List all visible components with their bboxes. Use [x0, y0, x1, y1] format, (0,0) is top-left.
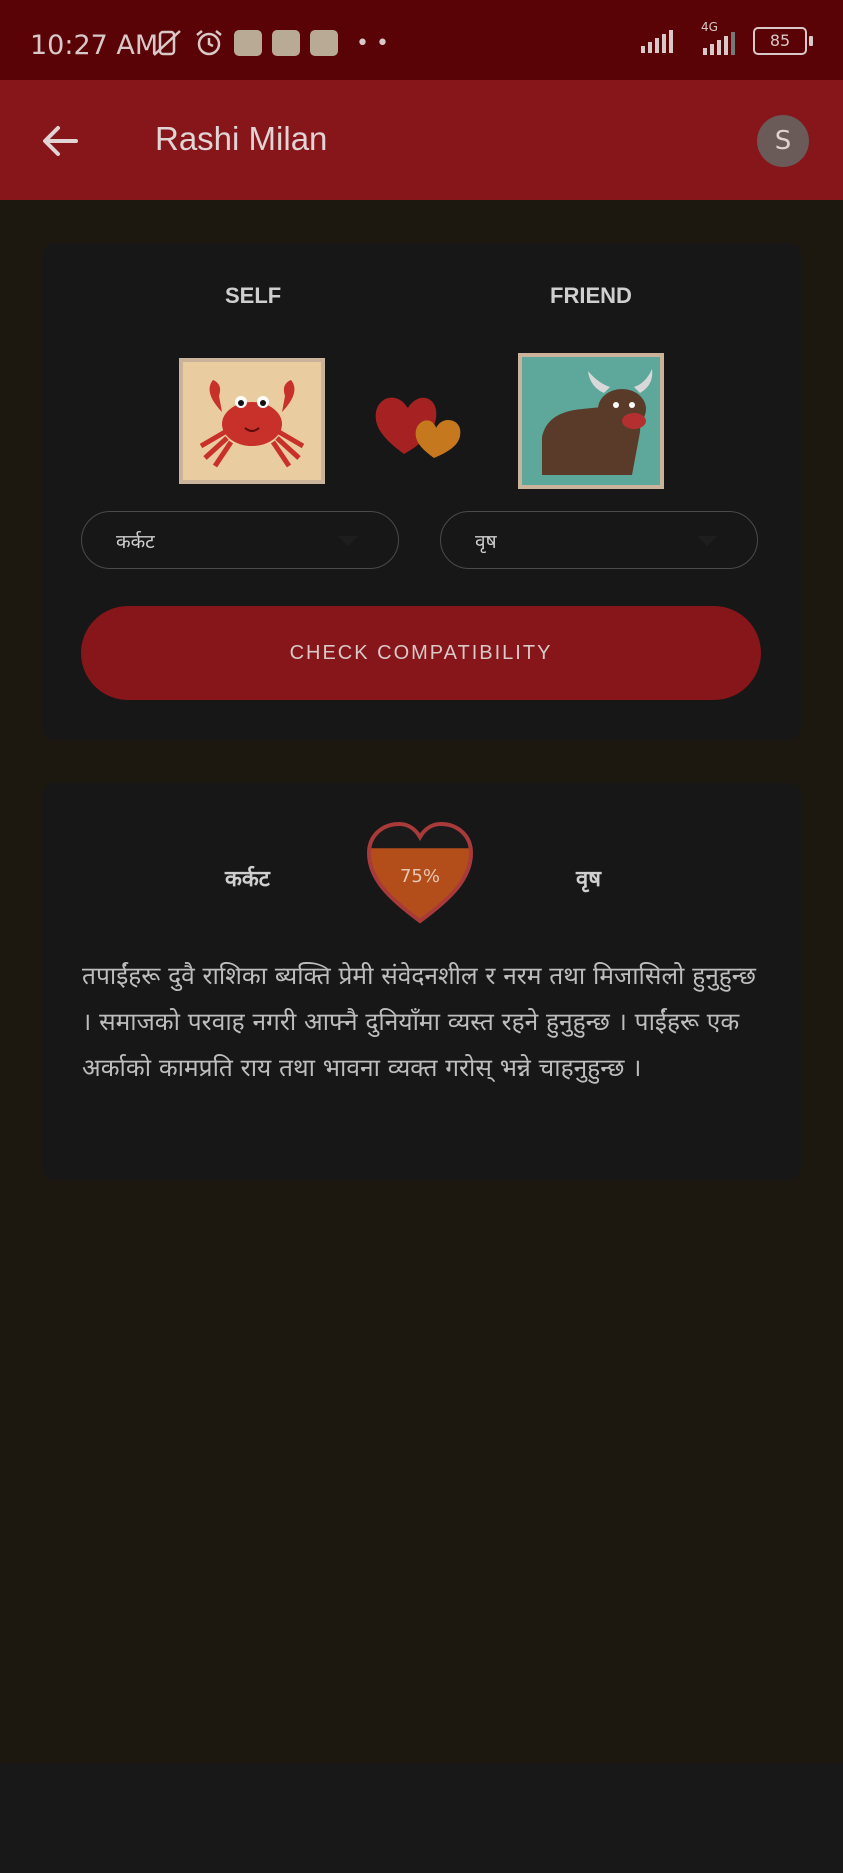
result-self-sign: कर्कट — [225, 867, 270, 892]
self-sign-value: कर्कट — [116, 531, 155, 553]
more-notifications-icon: • • — [356, 30, 389, 56]
signal-icon — [641, 30, 673, 53]
notification-icon — [310, 30, 338, 56]
friend-sign-image[interactable] — [518, 353, 664, 489]
result-friend-sign: वृष — [576, 867, 601, 892]
back-arrow-icon[interactable] — [36, 116, 86, 166]
self-label: SELF — [225, 283, 282, 308]
crab-icon — [183, 362, 321, 480]
avatar[interactable]: S — [757, 115, 809, 167]
status-icons-left: • • — [150, 28, 389, 58]
notification-icon — [234, 30, 262, 56]
dropdown-arrow-icon — [697, 536, 717, 546]
status-icons-right: 4G 85 — [639, 20, 813, 56]
hearts-icon — [375, 397, 461, 458]
result-card: कर्कट 75% वृष तपाईंहरू दुवै राशिका ब्यक्… — [42, 783, 801, 1180]
self-sign-dropdown[interactable]: कर्कट — [81, 511, 399, 569]
avatar-letter: S — [774, 126, 792, 156]
battery-level: 85 — [769, 31, 791, 50]
battery-icon: 85 — [753, 27, 813, 55]
notification-icon — [272, 30, 300, 56]
mute-vibrate-icon — [153, 30, 181, 56]
signal-4g-icon: 4G — [691, 20, 741, 56]
selection-card: SELF FRIEND कर्कट वृष CHECK COMPATIBILIT… — [42, 243, 801, 740]
friend-sign-dropdown[interactable]: वृष — [440, 511, 758, 569]
dropdown-arrow-icon — [338, 536, 358, 546]
friend-sign-value: वृष — [475, 531, 497, 553]
bull-icon — [522, 357, 660, 485]
app-bar: Rashi Milan S — [0, 80, 843, 200]
compatibility-percent: 75% — [399, 866, 440, 887]
self-sign-image[interactable] — [179, 358, 325, 484]
compatibility-description: तपाईंहरू दुवै राशिका ब्यक्ति प्रेमी संवे… — [82, 961, 756, 1082]
friend-label: FRIEND — [550, 283, 632, 308]
status-bar: 10:27 AM • • 4G 85 — [0, 0, 843, 80]
navigation-bar — [0, 1763, 843, 1873]
status-time: 10:27 AM — [30, 30, 159, 61]
check-compatibility-button[interactable]: CHECK COMPATIBILITY — [81, 606, 761, 700]
alarm-icon — [196, 30, 222, 56]
page-title: Rashi Milan — [155, 120, 328, 157]
